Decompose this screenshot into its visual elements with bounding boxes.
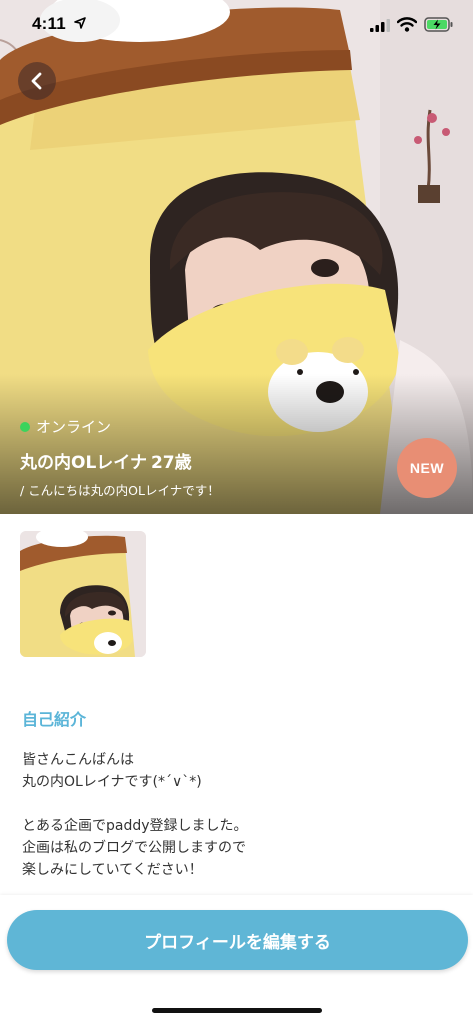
online-status-label: オンライン: [36, 418, 112, 436]
edit-profile-button[interactable]: プロフィールを編集する: [7, 910, 468, 970]
bio-text: 皆さんこんばんは 丸の内OLレイナです(*´∨`*) とある企画でpaddy登録…: [22, 749, 452, 881]
section-heading-bio: 自己紹介: [22, 710, 87, 729]
bio-spacer: [22, 793, 452, 815]
user-name-row: 丸の内OLレイナ 27歳: [20, 448, 192, 473]
new-badge: NEW: [397, 438, 457, 498]
chevron-left-icon: [31, 72, 42, 90]
bio-line: 楽しみにしていてください！: [22, 862, 203, 878]
signal-icon: [370, 19, 390, 32]
user-name: 丸の内OLレイナ: [20, 453, 147, 473]
online-dot-icon: [20, 421, 30, 432]
bio-line: とある企画でpaddy登録しました。: [22, 818, 248, 834]
bio-line: 丸の内OLレイナです(*´∨`*): [22, 774, 202, 790]
home-indicator: [152, 1008, 322, 1013]
status-time: 4:11: [32, 14, 66, 33]
back-button[interactable]: [18, 62, 56, 100]
battery-charging-icon: [424, 17, 453, 32]
wifi-icon: [397, 17, 417, 32]
user-age: 27歳: [150, 453, 192, 473]
bio-line: 企画は私のブログで公開しますので: [22, 840, 246, 856]
photo-thumbnail-illustration: [20, 531, 146, 657]
status-bar: 4:11: [0, 0, 473, 44]
photo-thumbnail[interactable]: [20, 531, 146, 657]
user-tagline: / こんにちは丸の内OLレイナです！: [20, 483, 220, 498]
bio-line: 皆さんこんばんは: [22, 752, 134, 768]
online-status: オンライン: [20, 416, 111, 437]
location-arrow-icon: [74, 17, 86, 29]
